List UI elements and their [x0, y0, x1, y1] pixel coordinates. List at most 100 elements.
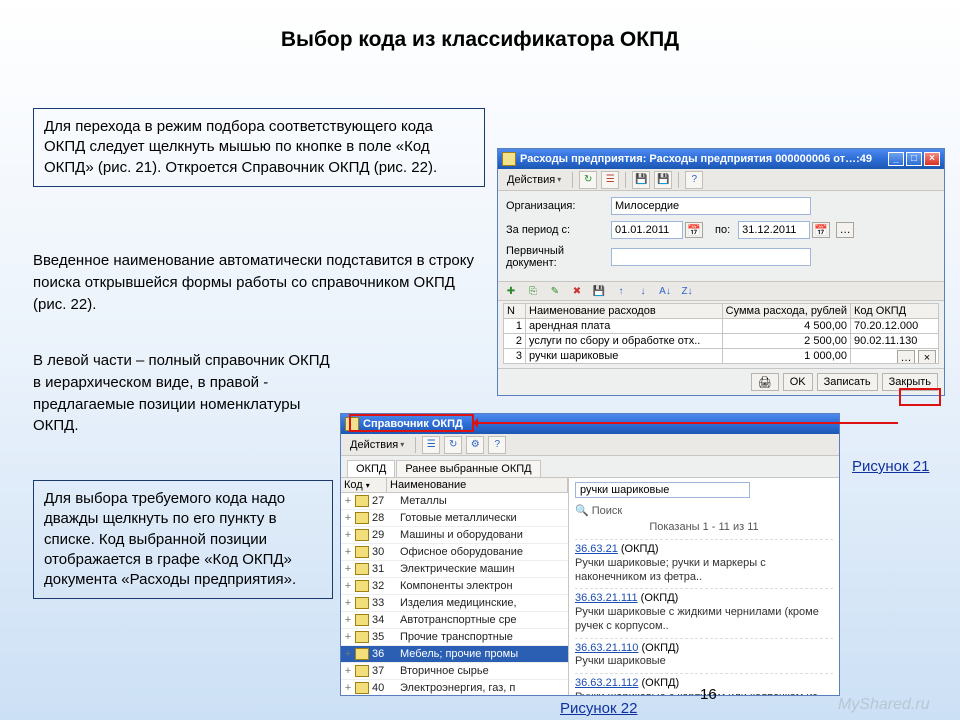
grid-sort-desc-icon[interactable]: Z↓	[678, 282, 696, 300]
period-to-field[interactable]: 31.12.2011	[738, 221, 810, 239]
tree-col-name[interactable]: Наименование	[387, 478, 568, 492]
result-code-link[interactable]: 36.63.21.112	[575, 677, 638, 689]
tree-row[interactable]: +29Машины и оборудовани	[341, 527, 568, 544]
primary-doc-field[interactable]	[611, 248, 811, 266]
grid-toolbar: ✚ ⎘ ✎ ✖ 💾 ↑ ↓ A↓ Z↓	[498, 281, 944, 301]
expand-icon[interactable]: +	[341, 631, 355, 643]
tree-row[interactable]: +34Автотранспортные сре	[341, 612, 568, 629]
tree-row[interactable]: +27Металлы	[341, 493, 568, 510]
grid-edit-icon[interactable]: ✎	[546, 282, 564, 300]
grid-add-icon[interactable]: ✚	[502, 282, 520, 300]
org-field[interactable]: Милосердие	[611, 197, 811, 215]
folder-icon	[355, 631, 369, 643]
toolbar-nav-icon[interactable]: ☰	[601, 171, 619, 189]
grid-del-icon[interactable]: ✖	[568, 282, 586, 300]
date-picker-from-icon[interactable]: 📅	[685, 222, 703, 238]
window-expenses-titlebar[interactable]: Расходы предприятия: Расходы предприятия…	[498, 149, 944, 169]
okpd-tool-icon-2[interactable]: ↻	[444, 436, 462, 454]
expenses-grid[interactable]: N Наименование расходов Сумма расхода, р…	[503, 303, 939, 364]
result-code-link[interactable]: 36.63.21.111	[575, 592, 638, 604]
expand-icon[interactable]: +	[341, 495, 355, 507]
col-n[interactable]: N	[504, 304, 526, 319]
expand-icon[interactable]: +	[341, 597, 355, 609]
print-button[interactable]: 🖨	[751, 373, 779, 391]
folder-icon	[355, 512, 369, 524]
book-icon	[345, 417, 359, 431]
tree-row[interactable]: +30Офисное оборудование	[341, 544, 568, 561]
folder-icon	[355, 597, 369, 609]
expand-icon[interactable]: +	[341, 682, 355, 694]
expand-icon[interactable]: +	[341, 648, 355, 660]
grid-save-icon[interactable]: 💾	[590, 282, 608, 300]
expand-icon[interactable]: +	[341, 546, 355, 558]
expand-icon[interactable]: +	[341, 563, 355, 575]
toolbar-save-icon[interactable]: 💾	[632, 171, 650, 189]
col-code[interactable]: Код ОКПД	[851, 304, 939, 319]
okpd-tool-icon-3[interactable]: ⚙	[466, 436, 484, 454]
result-code-link[interactable]: 36.63.21.110	[575, 642, 638, 654]
grid-up-icon[interactable]: ↑	[612, 282, 630, 300]
table-row[interactable]: 1 арендная плата 4 500,00 70.20.12.000	[504, 319, 939, 334]
col-name[interactable]: Наименование расходов	[526, 304, 723, 319]
tree-row[interactable]: +40Электроэнергия, газ, п	[341, 680, 568, 695]
result-code-link[interactable]: 36.63.21	[575, 543, 618, 555]
result-item[interactable]: 36.63.21.110 (ОКПД)Ручки шариковые	[575, 638, 833, 670]
period-more-button[interactable]: …	[836, 222, 854, 238]
table-row[interactable]: 3 ручки шариковые 1 000,00 … ×	[504, 349, 939, 364]
date-picker-to-icon[interactable]: 📅	[812, 222, 830, 238]
tree-col-code[interactable]: Код ▾	[341, 478, 387, 492]
tree-row[interactable]: +33Изделия медицинские,	[341, 595, 568, 612]
toolbar-expenses: Действия ↻ ☰ 💾 💾 ?	[498, 169, 944, 191]
okpd-actions-menu[interactable]: Действия	[345, 436, 409, 454]
tree-row[interactable]: +37Вторичное сырье	[341, 663, 568, 680]
window-okpd-titlebar[interactable]: Справочник ОКПД	[341, 414, 839, 434]
expand-icon[interactable]: +	[341, 512, 355, 524]
tab-okpd[interactable]: ОКПД	[347, 460, 395, 477]
table-row[interactable]: 2 услуги по сбору и обработке отх.. 2 50…	[504, 334, 939, 349]
toolbar-saveclose-icon[interactable]: 💾	[654, 171, 672, 189]
period-from-field[interactable]: 01.01.2011	[611, 221, 683, 239]
expand-icon[interactable]: +	[341, 580, 355, 592]
tree-row[interactable]: +32Компоненты электрон	[341, 578, 568, 595]
okpd-tool-help-icon[interactable]: ?	[488, 436, 506, 454]
close-doc-button[interactable]: Закрыть	[882, 373, 938, 391]
tree-row[interactable]: +35Прочие транспортные	[341, 629, 568, 646]
okpd-tool-icon-1[interactable]: ☰	[422, 436, 440, 454]
result-item[interactable]: 36.63.21 (ОКПД)Ручки шариковые; ручки и …	[575, 539, 833, 584]
period-to-label: по:	[715, 224, 730, 236]
ok-button[interactable]: OK	[783, 373, 813, 391]
grid-sort-asc-icon[interactable]: A↓	[656, 282, 674, 300]
folder-icon	[355, 563, 369, 575]
window-expenses: Расходы предприятия: Расходы предприятия…	[497, 148, 945, 396]
folder-icon	[355, 682, 369, 694]
okpd-clear-button[interactable]: ×	[918, 350, 936, 364]
tree-row[interactable]: +36Мебель; прочие промы	[341, 646, 568, 663]
result-item[interactable]: 36.63.21.111 (ОКПД)Ручки шариковые с жид…	[575, 588, 833, 633]
expand-icon[interactable]: +	[341, 529, 355, 541]
folder-icon	[355, 580, 369, 592]
expand-icon[interactable]: +	[341, 665, 355, 677]
write-button[interactable]: Записать	[817, 373, 878, 391]
doc-icon	[502, 152, 516, 166]
folder-icon	[355, 495, 369, 507]
okpd-tree[interactable]: Код ▾ Наименование +27Металлы+28Готовые …	[341, 478, 569, 695]
window-expenses-title: Расходы предприятия: Расходы предприятия…	[520, 153, 872, 165]
actions-menu[interactable]: Действия	[502, 171, 566, 189]
okpd-results: ручки шариковые 🔍 Поиск Показаны 1 - 11 …	[569, 478, 839, 695]
tab-recent[interactable]: Ранее выбранные ОКПД	[396, 460, 540, 477]
folder-icon	[355, 665, 369, 677]
okpd-pick-button[interactable]: …	[897, 350, 915, 364]
close-button[interactable]: ×	[924, 152, 940, 166]
col-sum[interactable]: Сумма расхода, рублей	[722, 304, 850, 319]
maximize-button[interactable]: □	[906, 152, 922, 166]
grid-down-icon[interactable]: ↓	[634, 282, 652, 300]
expand-icon[interactable]: +	[341, 614, 355, 626]
toolbar-refresh-icon[interactable]: ↻	[579, 171, 597, 189]
grid-copy-icon[interactable]: ⎘	[524, 282, 542, 300]
okpd-tabs: ОКПД Ранее выбранные ОКПД	[341, 456, 839, 477]
tree-row[interactable]: +28Готовые металлически	[341, 510, 568, 527]
tree-row[interactable]: +31Электрические машин	[341, 561, 568, 578]
toolbar-help-icon[interactable]: ?	[685, 171, 703, 189]
search-input[interactable]: ручки шариковые	[575, 482, 750, 498]
minimize-button[interactable]: _	[888, 152, 904, 166]
